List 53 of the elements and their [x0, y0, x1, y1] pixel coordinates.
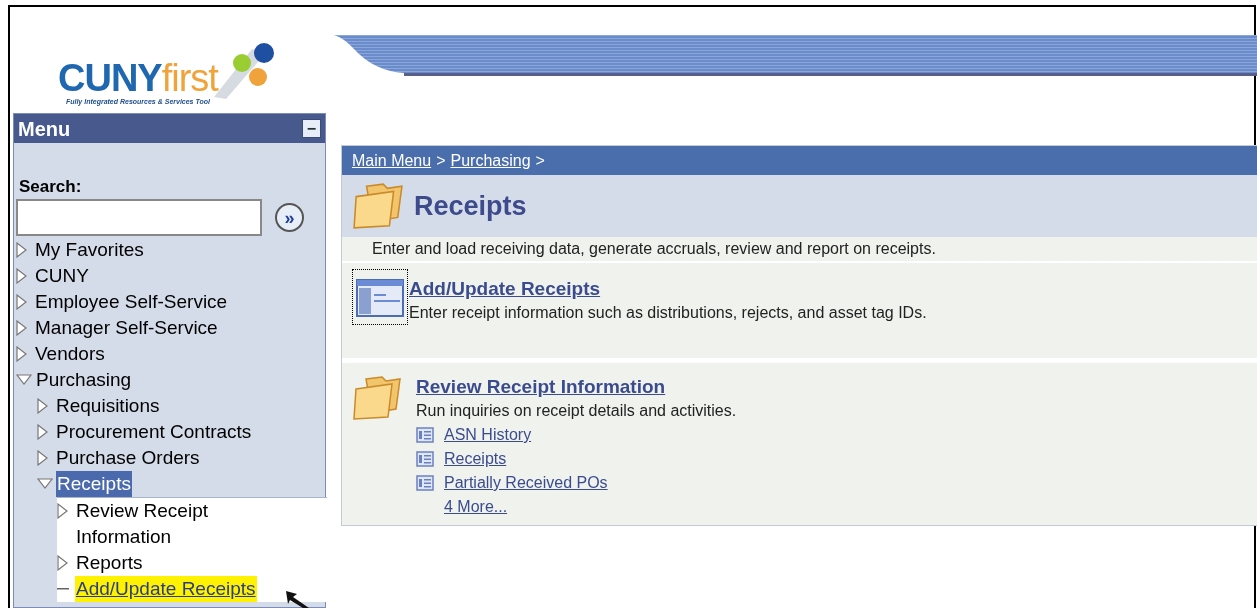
list-icon — [416, 475, 434, 491]
section-description: Enter receipt information such as distributions, rejects, and asset tag IDs. — [409, 303, 927, 323]
menu-item[interactable]: Procurement Contracts — [55, 419, 253, 445]
breadcrumb-separator: > — [535, 150, 545, 171]
collapsed-triangle-icon[interactable] — [37, 450, 49, 466]
menu-item[interactable]: My Favorites — [34, 237, 145, 263]
menu-item[interactable]: Manager Self-Service — [34, 315, 219, 341]
collapsed-triangle-icon[interactable] — [37, 424, 49, 440]
page-description: Enter and load receiving data, generate accruals, review and report on receipts. — [372, 239, 936, 259]
sub-link[interactable]: ASN History — [444, 423, 532, 447]
expanded-triangle-icon[interactable] — [37, 478, 53, 490]
collapsed-triangle-icon[interactable] — [37, 398, 49, 414]
section-link[interactable]: Add/Update Receipts — [409, 277, 927, 301]
menu-item[interactable]: Purchasing — [35, 367, 133, 393]
expanded-triangle-icon[interactable] — [16, 374, 32, 386]
collapsed-triangle-icon[interactable] — [16, 346, 28, 362]
folder-icon — [352, 182, 404, 230]
search-label: Search: — [19, 176, 83, 198]
collapsed-triangle-icon[interactable] — [16, 320, 28, 336]
menu-item[interactable]: Add/Update Receipts — [75, 576, 257, 602]
menu-item[interactable]: Employee Self-Service — [34, 289, 229, 315]
leaf-dash-icon — [57, 588, 69, 590]
breadcrumb-link[interactable]: Purchasing — [450, 148, 531, 173]
menu-item[interactable]: Purchase Orders — [55, 445, 201, 471]
menu-item[interactable]: Receipts — [56, 471, 132, 497]
collapsed-triangle-icon[interactable] — [57, 555, 69, 571]
logo-wordmark: CUNYfirst — [58, 58, 218, 97]
folder-icon — [352, 375, 402, 421]
cursor-icon — [285, 590, 311, 608]
more-link[interactable]: 4 More... — [444, 495, 737, 519]
section-link[interactable]: Review Receipt Information — [416, 375, 737, 399]
menu-item[interactable]: Requisitions — [55, 393, 161, 419]
menu-item[interactable]: Review Receipt Information — [75, 498, 300, 550]
breadcrumb-link[interactable]: Main Menu — [352, 148, 432, 173]
collapsed-triangle-icon[interactable] — [16, 242, 28, 258]
collapsed-triangle-icon[interactable] — [16, 294, 28, 310]
list-icon — [416, 451, 434, 467]
page-icon[interactable] — [352, 269, 408, 325]
go-button[interactable]: » — [275, 203, 304, 232]
menu-title: Menu — [18, 116, 71, 142]
menu-item[interactable]: Vendors — [34, 341, 106, 367]
collapsed-triangle-icon[interactable] — [57, 503, 69, 519]
page-title: Receipts — [414, 189, 527, 223]
menu-item[interactable]: Reports — [75, 550, 144, 576]
breadcrumb-separator: > — [436, 150, 446, 171]
collapse-button[interactable]: − — [302, 119, 321, 138]
sub-link[interactable]: Partially Received POs — [444, 471, 608, 495]
collapsed-triangle-icon[interactable] — [16, 268, 28, 284]
menu-item[interactable]: CUNY — [34, 263, 90, 289]
sub-link[interactable]: Receipts — [444, 447, 507, 471]
list-icon — [416, 427, 434, 443]
search-field[interactable] — [16, 199, 262, 236]
section-description: Run inquiries on receipt details and activities. — [416, 401, 737, 421]
